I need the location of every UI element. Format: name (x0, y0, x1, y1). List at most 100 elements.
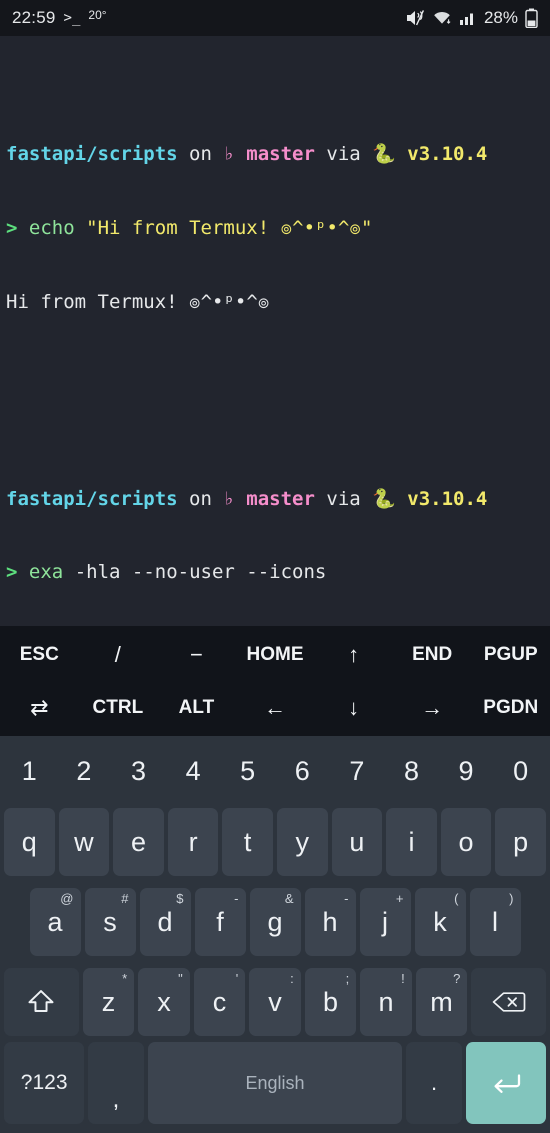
key-slash[interactable]: / (79, 628, 158, 681)
key-2[interactable]: 2 (59, 740, 110, 802)
keyboard-bottom-row: ?123, English. (2, 1042, 548, 1124)
key-3[interactable]: 3 (113, 740, 164, 802)
key-label: d (157, 906, 173, 937)
key-label: x (157, 986, 171, 1017)
shift-icon[interactable] (4, 968, 79, 1036)
key-label: u (349, 826, 365, 857)
key-label: s (103, 906, 117, 937)
key-x[interactable]: x " (138, 968, 190, 1036)
key-6[interactable]: 6 (277, 740, 328, 802)
key-label: p (513, 826, 529, 857)
key-label: j (382, 906, 388, 937)
key-alt[interactable]: ALT (157, 681, 236, 734)
key-esc[interactable]: ESC (0, 628, 79, 681)
battery-percent-label: 28% (483, 8, 518, 27)
key-u[interactable]: u (331, 808, 383, 876)
key-p[interactable]: p (495, 808, 546, 876)
key-4[interactable]: 4 (168, 740, 219, 802)
key-i[interactable]: i (386, 808, 437, 876)
enter-icon[interactable] (465, 1042, 546, 1124)
prompt-version: v3.10.4 (407, 487, 488, 510)
key-o[interactable]: o (440, 808, 492, 876)
key-label: h (322, 906, 338, 937)
key-label: g (267, 906, 283, 937)
python-icon: 🐍 (372, 487, 396, 510)
command-args: "Hi from Termux! ๏^•ᵖ•^๏" (86, 217, 373, 240)
command-output-line: Hi from Termux! ๏^•ᵖ•^๏ (6, 290, 546, 315)
key-v[interactable]: v: (249, 968, 301, 1036)
command-line: > exa -hla --no-user --icons (6, 560, 546, 585)
key-q[interactable]: q (4, 808, 55, 876)
key-arrow-up[interactable]: ↑ (314, 628, 393, 681)
key-label: l (492, 906, 498, 937)
key-ctrl[interactable]: CTRL (79, 681, 158, 734)
key-5[interactable]: 5 (222, 740, 273, 802)
key-alt-symbol: * (122, 971, 128, 986)
git-branch-icon: ♭ (223, 143, 235, 166)
prompt-branch: master (246, 487, 315, 510)
key-arrow-right[interactable]: → (393, 681, 472, 734)
key-w[interactable]: w (58, 808, 110, 876)
key-t[interactable]: t (222, 808, 273, 876)
status-bar-left: 22:59 >_ 20° (12, 8, 107, 28)
terminal-output[interactable]: fastapi/scripts on ♭ master via 🐍 v3.10.… (0, 36, 550, 626)
key-y[interactable]: y (276, 808, 328, 876)
key-alt-symbol: ! (401, 971, 405, 986)
key-alt-symbol: - (344, 891, 349, 906)
key-arrow-left[interactable]: ← (236, 681, 315, 734)
key-l[interactable]: l) (469, 888, 521, 956)
key-arrow-down[interactable]: ↓ (314, 681, 393, 734)
key-z[interactable]: z * (82, 968, 135, 1036)
key-alt-symbol: ' (235, 971, 239, 986)
key-8[interactable]: 8 (386, 740, 437, 802)
key-comma[interactable]: , (88, 1042, 144, 1124)
key-period[interactable]: . (406, 1042, 462, 1124)
key-m[interactable]: m? (415, 968, 468, 1036)
key-s[interactable]: s # (84, 888, 136, 956)
extra-keys-row-1: ESC / − HOME ↑ END PGUP (0, 628, 550, 681)
key-9[interactable]: 9 (441, 740, 492, 802)
key-alt-symbol: " (178, 971, 183, 986)
key-0[interactable]: 0 (495, 740, 546, 802)
key-c[interactable]: c ' (193, 968, 246, 1036)
key-label: c (212, 986, 227, 1017)
key-h[interactable]: h- (304, 888, 356, 956)
backspace-icon[interactable] (471, 968, 547, 1036)
key-1[interactable]: 1 (4, 740, 55, 802)
key-g[interactable]: g & (249, 888, 301, 956)
prompt-on-label: on (189, 487, 212, 510)
key-7[interactable]: 7 (332, 740, 383, 802)
key-alt-symbol: # (121, 891, 129, 906)
key-label: f (216, 906, 224, 937)
key-home[interactable]: HOME (236, 628, 315, 681)
signal-icon (459, 9, 477, 27)
key-b[interactable]: b; (304, 968, 357, 1036)
key-n[interactable]: n! (360, 968, 412, 1036)
prompt-line: fastapi/scripts on ♭ master via 🐍 v3.10.… (6, 142, 546, 167)
key-alt-symbol: ; (345, 971, 350, 986)
key-label: m (430, 986, 453, 1017)
key-end[interactable]: END (393, 628, 472, 681)
key-pgdn[interactable]: PGDN (471, 681, 550, 734)
key-f[interactable]: f- (194, 888, 246, 956)
key-a[interactable]: a @ (29, 888, 81, 956)
key-alt-symbol: : (290, 971, 294, 986)
key-label: t (243, 826, 252, 857)
key-d[interactable]: d $ (139, 888, 191, 956)
key-r[interactable]: r (167, 808, 219, 876)
temperature-indicator: 20° (88, 8, 107, 22)
key-alt-symbol: $ (176, 891, 184, 906)
key-e[interactable]: e (113, 808, 164, 876)
python-icon: 🐍 (372, 143, 396, 166)
prompt-dir: fastapi/scripts (6, 487, 178, 510)
key-symbols[interactable]: ?123 (4, 1042, 85, 1124)
key-j[interactable]: j + (359, 888, 411, 956)
key-label: b (323, 986, 339, 1017)
key-space[interactable]: English (147, 1042, 403, 1124)
prompt-version: v3.10.4 (407, 143, 488, 166)
key-minus[interactable]: − (157, 628, 236, 681)
key-tab[interactable]: ⇄ (0, 681, 79, 734)
key-k[interactable]: k( (414, 888, 466, 956)
key-pgup[interactable]: PGUP (471, 628, 550, 681)
